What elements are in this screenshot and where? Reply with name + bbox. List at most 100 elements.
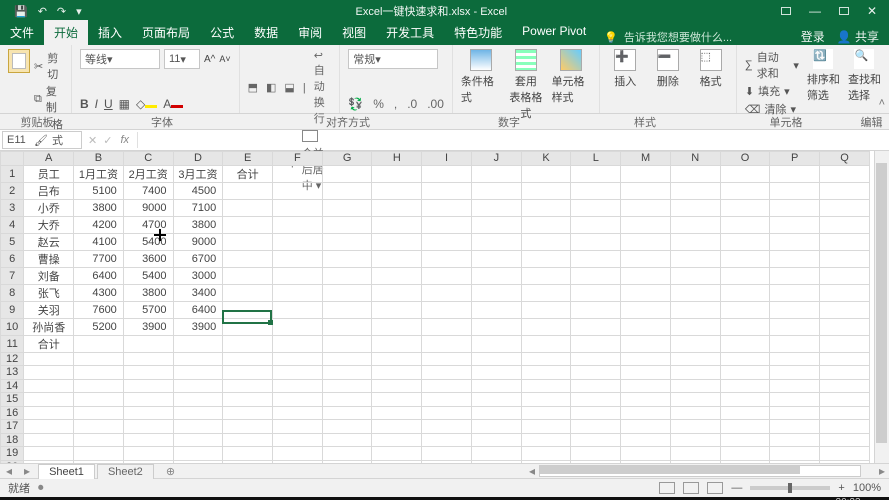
paste-button[interactable] — [8, 49, 30, 165]
cell-Q1[interactable] — [820, 165, 870, 182]
cell-I7[interactable] — [422, 267, 472, 284]
cell-B5[interactable]: 4100 — [74, 233, 124, 250]
cell-P11[interactable] — [770, 335, 820, 352]
cell-Q17[interactable] — [820, 420, 870, 434]
cell-E15[interactable] — [223, 393, 273, 407]
enter-formula-icon[interactable]: ✓ — [103, 134, 112, 147]
cell-O9[interactable] — [720, 301, 770, 318]
cell-C16[interactable] — [123, 406, 173, 420]
cell-D1[interactable]: 3月工资 — [173, 165, 223, 182]
cell-P10[interactable] — [770, 318, 820, 335]
cell-D4[interactable]: 3800 — [173, 216, 223, 233]
cell-M7[interactable] — [621, 267, 671, 284]
cell-J6[interactable] — [471, 250, 521, 267]
cell-H3[interactable] — [372, 199, 422, 216]
cell-L6[interactable] — [571, 250, 621, 267]
cell-C8[interactable]: 3800 — [123, 284, 173, 301]
hscroll-right-icon[interactable]: ▸ — [875, 464, 889, 478]
cell-G12[interactable] — [322, 352, 372, 366]
cell-C12[interactable] — [123, 352, 173, 366]
cell-P1[interactable] — [770, 165, 820, 182]
cell-L5[interactable] — [571, 233, 621, 250]
increase-font-icon[interactable]: A^ — [204, 54, 215, 65]
cell-E7[interactable] — [223, 267, 273, 284]
cell-G6[interactable] — [322, 250, 372, 267]
cell-Q6[interactable] — [820, 250, 870, 267]
signin-link[interactable]: 登录 — [801, 28, 825, 45]
cell-L13[interactable] — [571, 366, 621, 380]
cell-A3[interactable]: 小乔 — [24, 199, 74, 216]
cell-A15[interactable] — [24, 393, 74, 407]
cell-E10[interactable] — [223, 318, 273, 335]
col-header-F[interactable]: F — [273, 152, 323, 166]
cell-O2[interactable] — [720, 182, 770, 199]
sheet-tab-Sheet1[interactable]: Sheet1 — [38, 464, 95, 479]
cell-L16[interactable] — [571, 406, 621, 420]
cell-K19[interactable] — [521, 447, 571, 461]
cell-I13[interactable] — [422, 366, 472, 380]
cell-H7[interactable] — [372, 267, 422, 284]
cell-C1[interactable]: 2月工资 — [123, 165, 173, 182]
cell-G2[interactable] — [322, 182, 372, 199]
col-header-K[interactable]: K — [521, 152, 571, 166]
align-middle-icon[interactable]: ◧ — [266, 81, 276, 94]
sheet-nav-next-icon[interactable]: ▸ — [18, 464, 36, 478]
cell-M19[interactable] — [621, 447, 671, 461]
cell-G3[interactable] — [322, 199, 372, 216]
copy-button[interactable]: ⧉复制 — [34, 83, 63, 115]
cell-F2[interactable] — [273, 182, 323, 199]
cell-M18[interactable] — [621, 433, 671, 447]
cell-I18[interactable] — [422, 433, 472, 447]
cell-P7[interactable] — [770, 267, 820, 284]
cell-E12[interactable] — [223, 352, 273, 366]
cell-P19[interactable] — [770, 447, 820, 461]
collapse-ribbon-icon[interactable]: ˄ — [879, 97, 885, 109]
cell-B20[interactable] — [74, 460, 124, 463]
cell-N20[interactable] — [670, 460, 720, 463]
cell-J10[interactable] — [471, 318, 521, 335]
cell-K20[interactable] — [521, 460, 571, 463]
cell-P14[interactable] — [770, 379, 820, 393]
ribbon-tab-9[interactable]: 特色功能 — [444, 20, 512, 45]
cell-B2[interactable]: 5100 — [74, 182, 124, 199]
row-header-16[interactable]: 16 — [1, 406, 24, 420]
row-header-2[interactable]: 2 — [1, 182, 24, 199]
cell-E5[interactable] — [223, 233, 273, 250]
cell-F1[interactable] — [273, 165, 323, 182]
row-header-9[interactable]: 9 — [1, 301, 24, 318]
cell-I12[interactable] — [422, 352, 472, 366]
cell-H18[interactable] — [372, 433, 422, 447]
cell-D17[interactable] — [173, 420, 223, 434]
cell-G10[interactable] — [322, 318, 372, 335]
cell-B4[interactable]: 4200 — [74, 216, 124, 233]
wrap-text-button[interactable]: ↩ 自动换行 — [314, 49, 332, 126]
cell-D2[interactable]: 4500 — [173, 182, 223, 199]
cell-F18[interactable] — [273, 433, 323, 447]
cell-O13[interactable] — [720, 366, 770, 380]
zoom-level[interactable]: 100% — [853, 482, 881, 494]
cell-M12[interactable] — [621, 352, 671, 366]
cell-H20[interactable] — [372, 460, 422, 463]
cell-E13[interactable] — [223, 366, 273, 380]
cell-C18[interactable] — [123, 433, 173, 447]
cell-E1[interactable]: 合计 — [223, 165, 273, 182]
cell-L10[interactable] — [571, 318, 621, 335]
cell-E9[interactable] — [223, 301, 273, 318]
conditional-format-button[interactable]: 条件格式 — [461, 49, 500, 105]
cell-H11[interactable] — [372, 335, 422, 352]
cell-J15[interactable] — [471, 393, 521, 407]
cell-N11[interactable] — [670, 335, 720, 352]
cell-N7[interactable] — [670, 267, 720, 284]
cell-K6[interactable] — [521, 250, 571, 267]
sheet-nav-prev-icon[interactable]: ◂ — [0, 464, 18, 478]
col-header-J[interactable]: J — [471, 152, 521, 166]
cell-A5[interactable]: 赵云 — [24, 233, 74, 250]
row-header-1[interactable]: 1 — [1, 165, 24, 182]
cell-N1[interactable] — [670, 165, 720, 182]
cell-N3[interactable] — [670, 199, 720, 216]
pagelayout-view-button[interactable] — [683, 482, 699, 494]
cell-N16[interactable] — [670, 406, 720, 420]
cell-C6[interactable]: 3600 — [123, 250, 173, 267]
cell-F16[interactable] — [273, 406, 323, 420]
cell-F19[interactable] — [273, 447, 323, 461]
